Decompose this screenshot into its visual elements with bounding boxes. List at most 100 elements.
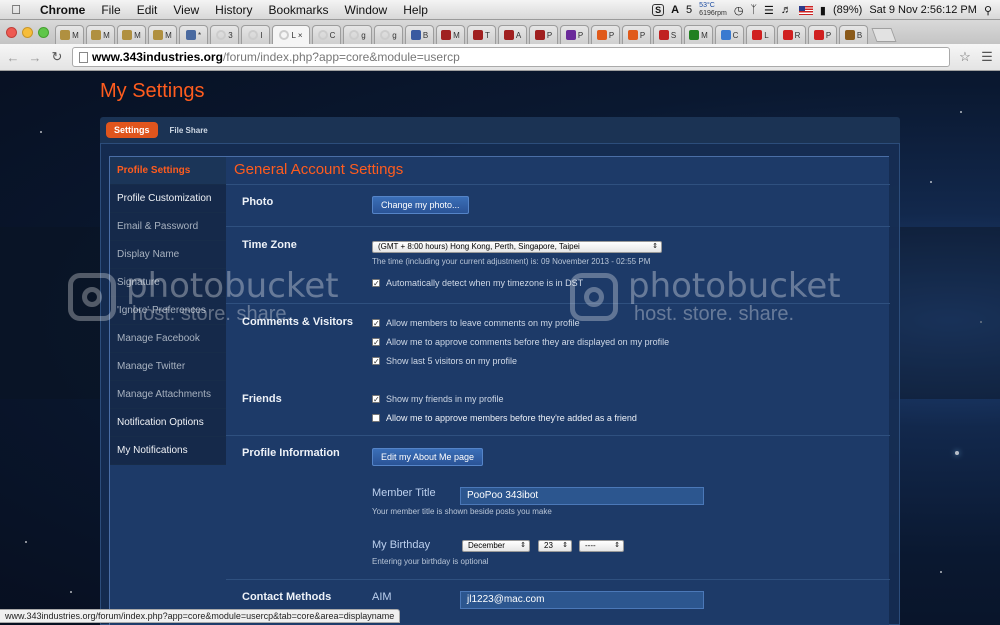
sidebar-item-profile-settings[interactable]: Profile Settings <box>110 157 226 185</box>
browser-tab[interactable]: M <box>86 25 115 44</box>
bookmark-star-icon[interactable]: ☆ <box>958 49 972 65</box>
browser-tab[interactable]: * <box>179 25 208 44</box>
option-show-visitors[interactable]: ✓ Show last 5 visitors on my profile <box>372 356 517 366</box>
menu-view[interactable]: View <box>165 3 207 17</box>
timezone-select[interactable]: (GMT + 8:00 hours) Hong Kong, Perth, Sin… <box>372 241 662 253</box>
close-tab-icon[interactable]: × <box>298 31 303 40</box>
browser-tab[interactable]: 3 <box>210 25 239 44</box>
menu-icon[interactable]: ☰ <box>980 49 994 65</box>
flag-icon[interactable] <box>798 5 813 15</box>
sidebar-item-email-password[interactable]: Email & Password <box>110 213 226 241</box>
option-approve-comments[interactable]: ✓ Allow me to approve comments before the… <box>372 337 669 347</box>
browser-tab[interactable]: R <box>777 25 806 44</box>
avatar-icon <box>503 30 514 40</box>
birthday-day-select[interactable]: 23 ⇕ <box>538 540 572 552</box>
checkbox[interactable]: ✓ <box>372 395 380 404</box>
battery-percent[interactable]: (89%) <box>833 4 862 16</box>
tab-title: C <box>329 30 336 40</box>
tab-title: R <box>794 30 801 40</box>
forward-icon[interactable]: → <box>28 50 42 65</box>
close-window-button[interactable] <box>6 26 17 38</box>
zoom-window-button[interactable] <box>38 26 49 38</box>
birthday-month-select[interactable]: December ⇕ <box>462 540 530 552</box>
loading-icon <box>216 30 227 40</box>
back-icon[interactable]: ← <box>6 50 20 65</box>
browser-tab[interactable]: L × <box>272 25 310 44</box>
browser-tab[interactable]: M <box>55 25 84 44</box>
new-tab-button[interactable] <box>871 28 897 42</box>
browser-tab[interactable]: P <box>591 25 620 44</box>
status-count[interactable]: 5 <box>686 4 692 16</box>
checkbox[interactable]: ✓ <box>372 338 380 347</box>
member-title-field[interactable]: PooPoo 343ibot <box>460 487 704 505</box>
checkbox[interactable]: ✓ <box>372 319 380 328</box>
browser-tab[interactable]: T <box>467 25 496 44</box>
aim-field[interactable]: jl1223@mac.com <box>460 591 704 609</box>
browser-tab[interactable]: P <box>622 25 651 44</box>
browser-tab[interactable]: M <box>117 25 146 44</box>
browser-tab[interactable]: M <box>436 25 465 44</box>
menu-history[interactable]: History <box>207 3 260 17</box>
option-approve-friends[interactable]: Allow me to approve members before they'… <box>372 413 637 423</box>
tab-settings[interactable]: Settings <box>106 122 158 138</box>
menu-edit[interactable]: Edit <box>129 3 166 17</box>
sidebar-item-manage-facebook[interactable]: Manage Facebook <box>110 325 226 353</box>
tab-title: B <box>422 30 429 40</box>
volume-icon[interactable]: ♬ <box>781 4 792 16</box>
sidebar-item-display-name[interactable]: Display Name <box>110 241 226 269</box>
address-bar[interactable]: www.343industries.org/forum/index.php?ap… <box>72 47 950 67</box>
browser-tab[interactable]: B <box>839 25 868 44</box>
adobe-icon[interactable]: A <box>671 4 679 16</box>
menu-bookmarks[interactable]: Bookmarks <box>261 3 337 17</box>
reload-icon[interactable]: ↻ <box>50 49 64 65</box>
menu-help[interactable]: Help <box>395 3 436 17</box>
spotlight-icon[interactable]: ⚲ <box>984 4 992 17</box>
temperature-readout[interactable]: 53°C 6196rpm <box>699 2 727 18</box>
skype-icon[interactable]: S <box>652 4 665 16</box>
browser-tab[interactable]: B <box>405 25 434 44</box>
browser-tab[interactable]: M <box>148 25 177 44</box>
sidebar-item-manage-twitter[interactable]: Manage Twitter <box>110 353 226 381</box>
menu-file[interactable]: File <box>93 3 128 17</box>
browser-tab[interactable]: C <box>715 25 744 44</box>
sidebar-item-notification-options[interactable]: Notification Options <box>110 409 226 437</box>
sidebar-item-manage-attachments[interactable]: Manage Attachments <box>110 381 226 409</box>
youtube-icon <box>782 30 793 40</box>
edit-about-me-button[interactable]: Edit my About Me page <box>372 448 484 466</box>
wifi-icon[interactable]: ☰ <box>764 4 774 17</box>
sidebar-item-profile-customization[interactable]: Profile Customization <box>110 185 226 213</box>
sidebar-item-my-notifications[interactable]: My Notifications <box>110 437 226 465</box>
tab-file-share[interactable]: File Share <box>166 126 208 135</box>
browser-tab[interactable]: A <box>498 25 527 44</box>
birthday-year-select[interactable]: ---- ⇕ <box>579 540 624 552</box>
checkbox[interactable] <box>372 414 380 422</box>
browser-tab[interactable]: P <box>529 25 558 44</box>
option-allow-comments[interactable]: ✓ Allow members to leave comments on my p… <box>372 318 580 328</box>
browser-tab[interactable]: M <box>684 25 713 44</box>
minimize-window-button[interactable] <box>22 26 33 38</box>
menu-app-name[interactable]: Chrome <box>32 3 93 17</box>
checkbox[interactable]: ✓ <box>372 357 380 366</box>
friends-label: Friends <box>242 393 282 405</box>
browser-tab[interactable]: P <box>808 25 837 44</box>
auto-dst-option[interactable]: ✓ Automatically detect when my timezone i… <box>372 278 583 288</box>
browser-tab[interactable]: g <box>374 25 403 44</box>
camera-icon <box>68 273 116 321</box>
change-photo-button[interactable]: Change my photo... <box>372 196 469 214</box>
menu-window[interactable]: Window <box>337 3 396 17</box>
browser-tab[interactable]: S <box>653 25 682 44</box>
browser-tab[interactable]: P <box>560 25 589 44</box>
browser-tab[interactable]: I <box>241 25 270 44</box>
clock[interactable]: Sat 9 Nov 2:56:12 PM <box>869 4 977 16</box>
bluetooth-icon[interactable]: ᛉ <box>750 4 757 16</box>
browser-tab[interactable]: C <box>312 25 341 44</box>
checkbox[interactable]: ✓ <box>372 279 380 288</box>
apple-icon[interactable]:  <box>0 2 32 17</box>
browser-tab[interactable]: g <box>343 25 372 44</box>
browser-tab[interactable]: L <box>746 25 775 44</box>
time-machine-icon[interactable]: ◷ <box>734 4 744 17</box>
option-show-friends[interactable]: ✓ Show my friends in my profile <box>372 394 504 404</box>
loading-icon <box>380 30 391 40</box>
tab-title: 3 <box>228 30 233 40</box>
battery-icon[interactable]: ▮ <box>820 4 826 17</box>
